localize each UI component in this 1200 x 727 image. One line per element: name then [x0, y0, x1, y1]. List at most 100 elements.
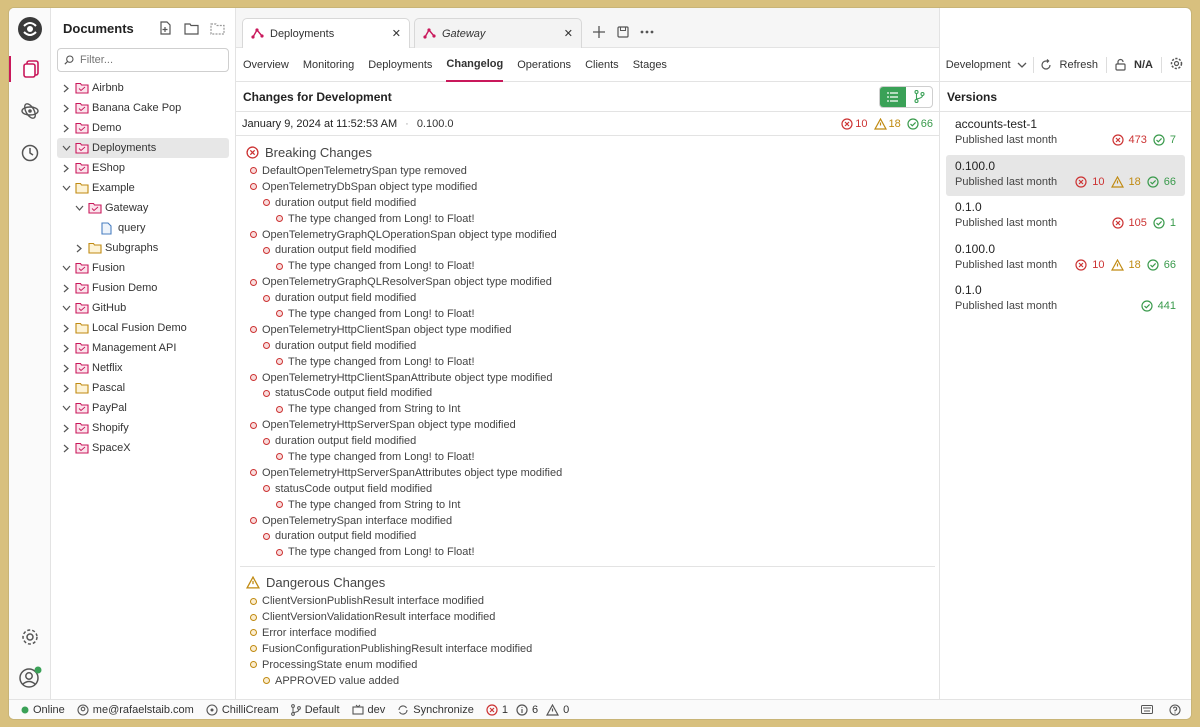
chevron-right-icon[interactable]	[72, 241, 86, 255]
settings-activity-icon[interactable]	[17, 624, 43, 650]
breaking-count: 10	[841, 117, 868, 130]
tree-item[interactable]: Subgraphs	[51, 238, 235, 258]
warning-count-status[interactable]: 0	[546, 703, 569, 716]
breaking-count-value: 10	[855, 117, 868, 130]
chevron-down-icon[interactable]	[59, 141, 73, 155]
history-activity-icon[interactable]	[17, 140, 43, 166]
version-dangerous-count: 18	[1110, 175, 1141, 188]
tree-item[interactable]: Management API	[51, 338, 235, 358]
new-tab-icon[interactable]	[588, 17, 610, 47]
tree-item[interactable]: Demo	[51, 118, 235, 138]
tree-item[interactable]: GitHub	[51, 298, 235, 318]
tree-item[interactable]: Netflix	[51, 358, 235, 378]
more-options-icon[interactable]	[636, 17, 658, 47]
org-status[interactable]: ChilliCream	[206, 704, 279, 716]
chevron-right-icon[interactable]	[59, 81, 73, 95]
version-item[interactable]: 0.100.0 Published last month 10 18 66	[946, 238, 1185, 280]
settings-icon[interactable]	[1170, 57, 1183, 73]
chevron-down-icon[interactable]	[59, 301, 73, 315]
save-icon[interactable]	[612, 17, 634, 47]
close-tab-icon[interactable]: ✕	[564, 27, 573, 40]
tab-gateway[interactable]: Gateway ✕	[414, 18, 582, 48]
version-item[interactable]: 0.1.0 Published last month 441	[946, 279, 1185, 321]
tree-item[interactable]: Fusion	[51, 258, 235, 278]
filter-input[interactable]	[80, 54, 222, 66]
tree-item[interactable]: Shopify	[51, 418, 235, 438]
chevron-down-icon[interactable]	[59, 181, 73, 195]
chevron-right-icon[interactable]	[59, 421, 73, 435]
activity-bar	[9, 8, 51, 699]
subnav-overview[interactable]: Overview	[243, 48, 289, 82]
tree-item[interactable]: PayPal	[51, 398, 235, 418]
tree-item-label: Netflix	[92, 362, 123, 374]
chevron-right-icon[interactable]	[59, 321, 73, 335]
version-item[interactable]: accounts-test-1 Published last month 473 7	[946, 113, 1185, 155]
subnav-changelog[interactable]: Changelog	[446, 48, 504, 82]
subnav-monitoring[interactable]: Monitoring	[303, 48, 354, 82]
filter-field[interactable]	[57, 48, 229, 72]
error-count-status[interactable]: 1	[486, 704, 508, 716]
documents-activity-icon[interactable]	[9, 56, 51, 82]
chevron-right-icon[interactable]	[59, 341, 73, 355]
synchronize-button[interactable]: Synchronize	[397, 704, 474, 716]
change-bullet-icon	[250, 517, 257, 525]
chevron-down-icon[interactable]	[59, 401, 73, 415]
diff-view-icon[interactable]	[906, 87, 932, 107]
tree-item[interactable]: Pascal	[51, 378, 235, 398]
chevron-right-icon[interactable]	[59, 381, 73, 395]
change-item: statusCode output field modified	[236, 481, 939, 497]
subnav-deployments[interactable]: Deployments	[368, 48, 432, 82]
chevron-down-icon[interactable]	[59, 261, 73, 275]
error-icon	[486, 703, 498, 716]
subnav-clients[interactable]: Clients	[585, 48, 619, 82]
tree-item[interactable]: Banana Cake Pop	[51, 98, 235, 118]
version-item[interactable]: 0.1.0 Published last month 105 1	[946, 196, 1185, 238]
collapse-all-icon[interactable]	[207, 18, 227, 38]
close-tab-icon[interactable]: ✕	[392, 27, 401, 40]
new-document-icon[interactable]	[155, 18, 175, 38]
chevron-down-icon	[1017, 62, 1026, 68]
account-status[interactable]: me@rafaelstaib.com	[77, 704, 194, 716]
version-name: 0.1.0	[955, 200, 982, 215]
info-count-status[interactable]: 6	[516, 704, 538, 716]
graph-activity-icon[interactable]	[17, 98, 43, 124]
tree-item-label: SpaceX	[92, 442, 131, 454]
chevron-right-icon[interactable]	[59, 101, 73, 115]
keyboard-icon[interactable]	[1141, 705, 1157, 714]
environment-select[interactable]: Development	[946, 59, 1027, 71]
chevron-right-icon[interactable]	[59, 281, 73, 295]
chevron-right-icon[interactable]	[59, 121, 73, 135]
version-dangerous-value: 18	[1128, 258, 1141, 271]
lock-button[interactable]: N/A	[1115, 58, 1153, 71]
tree-item[interactable]: Deployments	[57, 138, 229, 158]
new-folder-icon[interactable]	[181, 18, 201, 38]
help-icon[interactable]	[1169, 703, 1185, 716]
chevron-right-icon[interactable]	[59, 441, 73, 455]
refresh-button[interactable]: Refresh	[1040, 58, 1098, 71]
tree-item[interactable]: Airbnb	[51, 78, 235, 98]
subnav-operations[interactable]: Operations	[517, 48, 571, 82]
change-bullet-icon	[276, 262, 283, 270]
yellow-folder-icon	[75, 321, 89, 335]
version-item[interactable]: 0.100.0 Published last month 10 18 66	[946, 154, 1185, 197]
tree-item[interactable]: query	[51, 218, 235, 238]
chevron-right-icon[interactable]	[59, 361, 73, 375]
refresh-icon	[1040, 58, 1051, 70]
tree-item[interactable]: Fusion Demo	[51, 278, 235, 298]
list-view-icon[interactable]	[880, 86, 906, 107]
tree-item[interactable]: Example	[51, 178, 235, 198]
tab-deployments[interactable]: Deployments ✕	[242, 18, 410, 48]
tree-item[interactable]: EShop	[51, 158, 235, 178]
tree-item[interactable]: SpaceX	[51, 438, 235, 458]
tree-item[interactable]: Gateway	[51, 198, 235, 218]
account-avatar-icon[interactable]	[17, 665, 43, 691]
branch-label: Default	[304, 703, 340, 716]
subnav-stages[interactable]: Stages	[633, 48, 667, 82]
branch-status[interactable]: Default	[290, 703, 340, 716]
chevron-right-icon[interactable]	[59, 161, 73, 175]
version-breaking-count: 10	[1075, 259, 1105, 271]
chevron-down-icon[interactable]	[72, 201, 86, 215]
online-label: Online	[33, 703, 65, 716]
tree-item[interactable]: Local Fusion Demo	[51, 318, 235, 338]
env-status[interactable]: dev	[351, 704, 385, 716]
